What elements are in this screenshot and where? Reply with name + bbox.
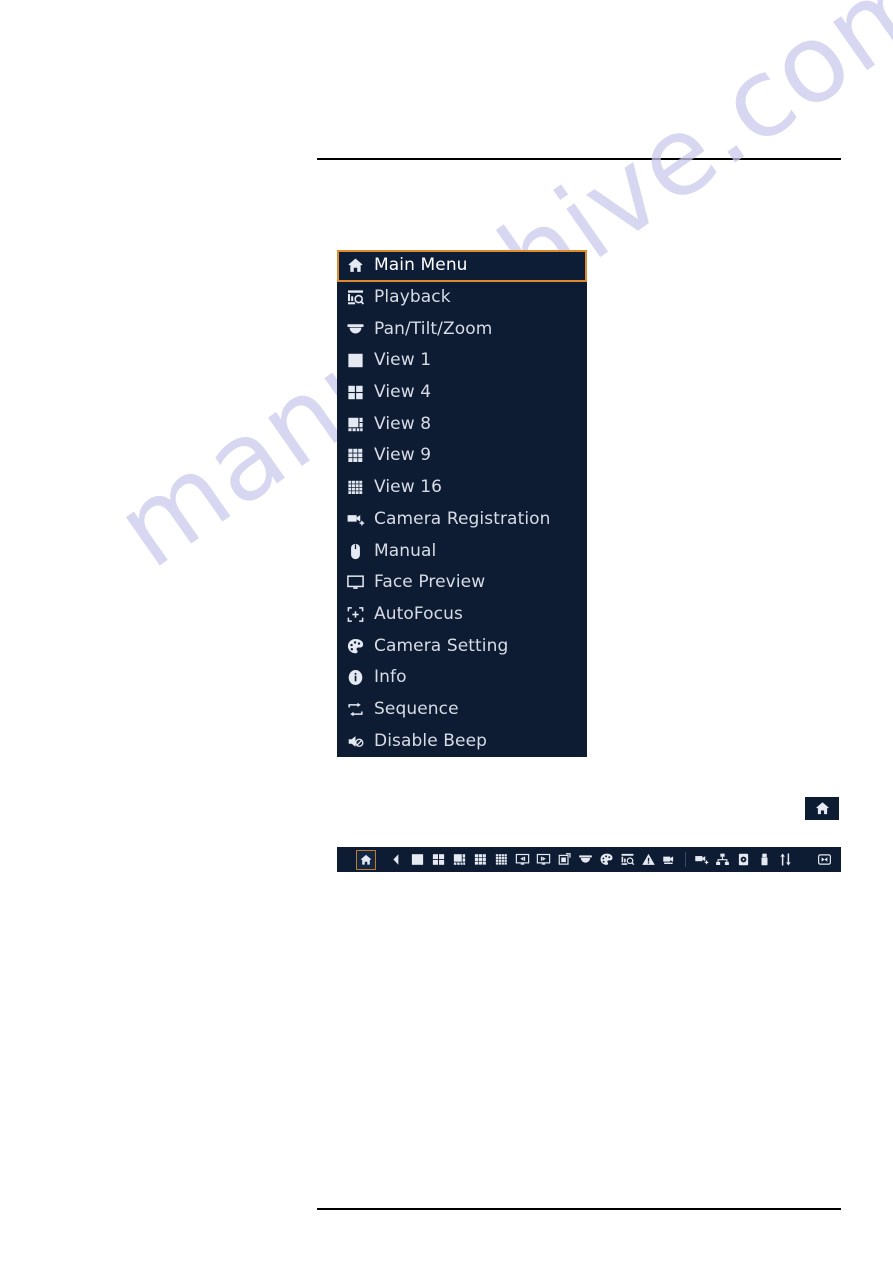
- floating-home-button[interactable]: [805, 797, 839, 820]
- context-menu-item-view-4[interactable]: View 4: [337, 377, 587, 409]
- context-menu-item-view-1[interactable]: View 1: [337, 345, 587, 377]
- home-icon: [815, 802, 829, 815]
- page-header-rule: [317, 158, 841, 160]
- navbar-right-group: [575, 850, 843, 869]
- info-icon: [346, 668, 365, 687]
- navbar-left-main-menu[interactable]: [356, 849, 376, 870]
- context-menu-item-label: View 8: [374, 413, 432, 434]
- view-9-grid-icon: [346, 446, 365, 465]
- context-menu-item-view-16[interactable]: View 16: [337, 472, 587, 504]
- navbar-right-usb-manager[interactable]: [755, 850, 774, 869]
- navbar-left-view-16[interactable]: [492, 850, 511, 869]
- view-8-grid-icon: [346, 415, 365, 434]
- monitor-icon: [346, 573, 365, 592]
- playback-search-icon: [346, 288, 365, 307]
- context-menu-item-camera-registration[interactable]: Camera Registration: [337, 504, 587, 536]
- context-menu-item-label: View 9: [374, 445, 432, 466]
- context-menu-item-label: Info: [374, 667, 407, 688]
- context-menu-item-autofocus[interactable]: AutoFocus: [337, 599, 587, 631]
- navbar-right-traffic[interactable]: [776, 850, 795, 869]
- view-1-grid-icon: [346, 351, 365, 370]
- context-menu-item-label: Disable Beep: [374, 730, 488, 751]
- navbar-left-view-1[interactable]: [408, 850, 427, 869]
- navbar-right-alarm-status[interactable]: [639, 850, 658, 869]
- context-menu-item-label: Camera Registration: [374, 508, 551, 529]
- page-footer-rule: [317, 1208, 841, 1210]
- context-menu-item-label: AutoFocus: [374, 603, 463, 624]
- color-palette-icon: [346, 637, 365, 656]
- context-menu-item-disable-beep[interactable]: Disable Beep: [337, 725, 587, 757]
- autofocus-icon: [346, 605, 365, 624]
- speaker-mute-icon: [346, 732, 365, 751]
- context-menu-item-face-preview[interactable]: Face Preview: [337, 567, 587, 599]
- navbar-left-tour[interactable]: [555, 850, 574, 869]
- navbar-left-next-screen[interactable]: [534, 850, 553, 869]
- context-menu: Main Menu Playback Pan/Tilt/Zoom View 1 View…: [337, 250, 587, 757]
- navbar-right-ptz[interactable]: [576, 850, 595, 869]
- context-menu-item-sequence[interactable]: Sequence: [337, 694, 587, 726]
- navbar-left-view-9[interactable]: [471, 850, 490, 869]
- context-menu-item-view-8[interactable]: View 8: [337, 408, 587, 440]
- navbar-left-previous[interactable]: [387, 850, 406, 869]
- navbar-left-view-4[interactable]: [429, 850, 448, 869]
- context-menu-item-pan-tilt-zoom[interactable]: Pan/Tilt/Zoom: [337, 313, 587, 345]
- navbar-left-group: [337, 849, 575, 870]
- context-menu-item-label: View 1: [374, 350, 432, 371]
- navbar-separator: [685, 852, 686, 867]
- context-menu-item-label: View 4: [374, 382, 432, 403]
- context-menu-item-label: Pan/Tilt/Zoom: [374, 318, 493, 339]
- context-menu-item-info[interactable]: Info: [337, 662, 587, 694]
- navbar-right-hdd-manager[interactable]: [734, 850, 753, 869]
- navbar-right-camera-setting[interactable]: [597, 850, 616, 869]
- context-menu-item-label: Manual: [374, 540, 437, 561]
- view-4-grid-icon: [346, 383, 365, 402]
- home-icon: [346, 256, 365, 275]
- view-16-grid-icon: [346, 478, 365, 497]
- context-menu-item-label: Sequence: [374, 698, 459, 719]
- context-menu-item-label: View 16: [374, 477, 443, 498]
- navbar-right-network[interactable]: [713, 850, 732, 869]
- navbar-left-previous-screen[interactable]: [513, 850, 532, 869]
- context-menu-item-main-menu[interactable]: Main Menu: [337, 250, 587, 282]
- context-menu-item-label: Playback: [374, 287, 451, 308]
- context-menu-item-view-9[interactable]: View 9: [337, 440, 587, 472]
- context-menu-item-label: Camera Setting: [374, 635, 509, 656]
- context-menu-item-camera-setting[interactable]: Camera Setting: [337, 630, 587, 662]
- navbar-right-camera-registration[interactable]: [692, 850, 711, 869]
- context-menu-item-manual[interactable]: Manual: [337, 535, 587, 567]
- bottom-navigation-bar: [337, 847, 841, 872]
- context-menu-item-label: Main Menu: [374, 255, 468, 276]
- camera-registration-icon: [346, 510, 365, 529]
- context-menu-item-label: Face Preview: [374, 572, 486, 593]
- sequence-icon: [346, 700, 365, 719]
- navbar-end-exit[interactable]: [815, 850, 834, 869]
- navbar-left-view-8[interactable]: [450, 850, 469, 869]
- mouse-icon: [346, 542, 365, 561]
- navbar-right-channel-info[interactable]: [660, 850, 679, 869]
- dome-camera-icon: [346, 320, 365, 339]
- context-menu-item-playback[interactable]: Playback: [337, 282, 587, 314]
- navbar-right-search[interactable]: [618, 850, 637, 869]
